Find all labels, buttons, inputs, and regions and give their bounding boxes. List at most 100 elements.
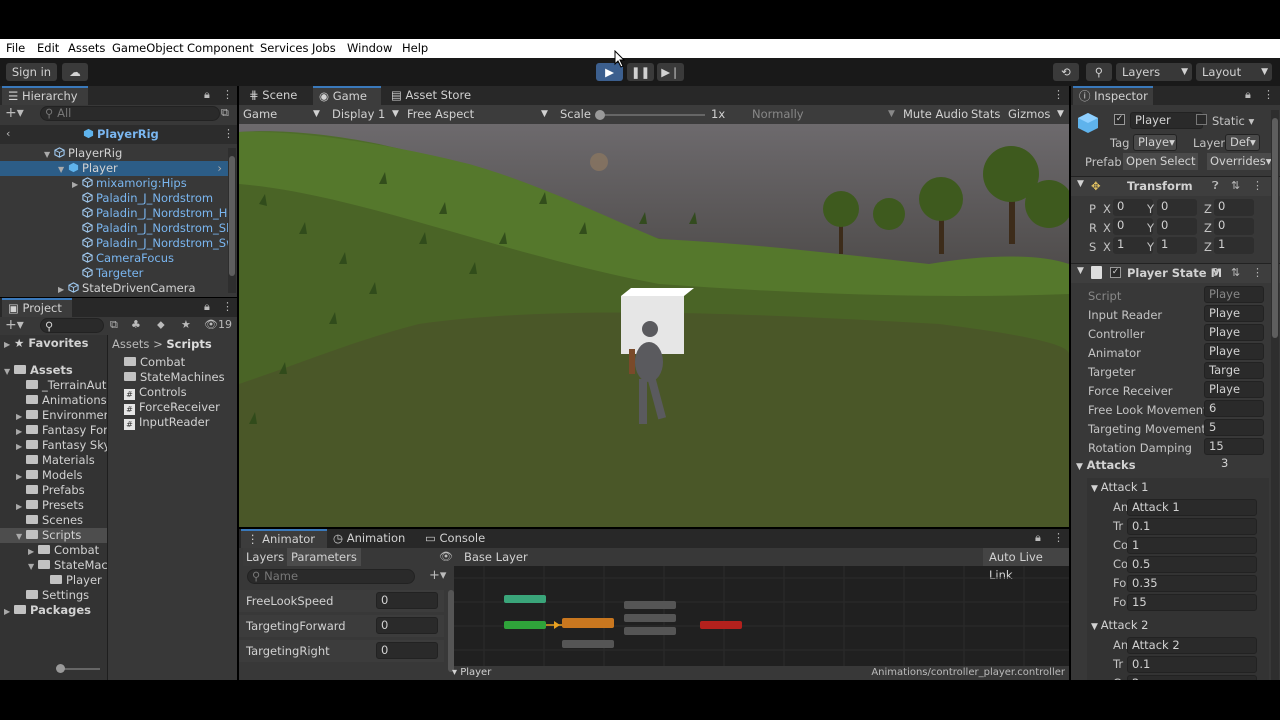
transform-value-input[interactable]: 0 bbox=[1214, 199, 1254, 216]
breadcrumb-assets[interactable]: Assets bbox=[112, 337, 149, 351]
transform-header[interactable]: ▼ ✥ Transform ❓︎ ⇅ ⋮ bbox=[1071, 176, 1280, 196]
attacks-size-field[interactable]: 3 bbox=[1217, 456, 1267, 473]
project-tree-item[interactable]: ▶ Models bbox=[0, 468, 107, 483]
tab-project[interactable]: ▣ Project bbox=[2, 298, 72, 317]
project-file-item[interactable]: StateMachines bbox=[124, 370, 225, 385]
component-field-value[interactable]: Playe bbox=[1204, 381, 1264, 398]
stats-button[interactable]: Stats bbox=[971, 107, 1000, 122]
entry-node[interactable] bbox=[504, 621, 546, 629]
favorites-item[interactable]: ▶ ★ Favorites bbox=[4, 336, 88, 351]
component-menu-icon[interactable]: ⋮ bbox=[1252, 266, 1263, 279]
inspector-more-icon[interactable]: ⋮ bbox=[1263, 88, 1274, 101]
expand-arrow-icon[interactable]: ▼ bbox=[28, 559, 38, 574]
attack-field-value[interactable]: 15 bbox=[1127, 594, 1257, 611]
project-tree-item[interactable]: ▼ Scripts bbox=[0, 528, 107, 543]
project-lock-icon[interactable]: 🔒︎ bbox=[204, 300, 210, 314]
hierarchy-scrollbar[interactable] bbox=[228, 148, 236, 293]
project-file-item[interactable]: # Controls bbox=[124, 385, 187, 400]
expand-arrow-icon[interactable]: ▶ bbox=[16, 409, 26, 424]
animator-more-icon[interactable]: ⋮ bbox=[1053, 531, 1064, 544]
menu-help[interactable]: Help bbox=[402, 41, 428, 55]
layer-dropdown[interactable]: Def▾ bbox=[1225, 134, 1260, 151]
project-tree-item[interactable]: ▼ Assets bbox=[0, 363, 107, 378]
tab-hierarchy[interactable]: ☰ Hierarchy bbox=[2, 86, 88, 105]
display-mode-dropdown[interactable]: Game ▼ bbox=[243, 107, 321, 122]
breadcrumb-scripts[interactable]: Scripts bbox=[166, 337, 211, 351]
expand-arrow-icon[interactable]: ▶ bbox=[58, 282, 68, 297]
tab-animation[interactable]: ◷ Animation bbox=[327, 529, 417, 548]
active-checkbox[interactable]: ✓ bbox=[1114, 114, 1125, 125]
hierarchy-item[interactable]: Targeter bbox=[0, 266, 228, 281]
hierarchy-item[interactable]: ▼ PlayerRig bbox=[0, 146, 228, 161]
component-field-value[interactable]: 6 bbox=[1204, 400, 1264, 417]
menu-jobs[interactable]: Jobs bbox=[312, 41, 336, 55]
add-icon[interactable]: +▾ bbox=[5, 105, 24, 121]
history-icon[interactable]: ⟲ bbox=[1053, 63, 1079, 81]
project-tree-item[interactable]: ▼ StateMac bbox=[0, 558, 108, 574]
add-parameter-icon[interactable]: +▾ bbox=[429, 568, 446, 583]
display-target-dropdown[interactable]: Display 1 ▼ bbox=[332, 107, 399, 122]
player-state-machine-header[interactable]: ▼ ✓ Player State M ❓︎ ⇅ ⋮ bbox=[1071, 263, 1280, 283]
project-more-icon[interactable]: ⋮ bbox=[222, 300, 233, 313]
static-checkbox[interactable] bbox=[1196, 114, 1207, 125]
help-icon[interactable]: ❓︎ bbox=[1212, 179, 1219, 193]
expand-arrow-icon[interactable]: ▶ bbox=[72, 177, 82, 192]
menu-component[interactable]: Component bbox=[187, 41, 254, 55]
tab-console[interactable]: ▭ Console bbox=[419, 529, 499, 548]
auto-live-link-button[interactable]: Auto Live Link bbox=[983, 548, 1069, 582]
default-state-node[interactable] bbox=[562, 618, 614, 628]
project-tree-item[interactable]: Settings bbox=[0, 588, 107, 603]
attack-field-value[interactable]: 0.1 bbox=[1127, 518, 1257, 535]
attack1-node[interactable] bbox=[624, 601, 676, 609]
prefab-overrides-dropdown[interactable]: Overrides▾ bbox=[1207, 153, 1275, 170]
prefab-select-button[interactable]: Select bbox=[1157, 153, 1199, 170]
attack-field-value[interactable]: 2 bbox=[1127, 675, 1257, 680]
tag-dropdown[interactable]: Playe▾ bbox=[1133, 134, 1177, 151]
expand-arrow-icon[interactable]: ▼ bbox=[58, 162, 68, 177]
project-file-item[interactable]: # ForceReceiver bbox=[124, 400, 220, 415]
project-tree-item[interactable]: Animations bbox=[0, 393, 107, 408]
attacks-foldout[interactable]: ▼ Attacks bbox=[1076, 458, 1136, 472]
component-field-value[interactable]: Playe bbox=[1204, 305, 1264, 322]
animator-lock-icon[interactable]: 🔒︎ bbox=[1035, 531, 1041, 545]
pause-button[interactable]: ❚❚ bbox=[627, 63, 654, 81]
expand-arrow-icon[interactable]: ▶ bbox=[16, 469, 26, 484]
tag-icon[interactable]: ⬥ bbox=[157, 318, 165, 332]
hierarchy-item[interactable]: Paladin_J_Nordstrom_Sw bbox=[0, 236, 236, 251]
project-tree-item[interactable]: Materials bbox=[0, 453, 107, 468]
project-tree-item[interactable]: ▶ Fantasy For bbox=[0, 423, 108, 438]
project-file-item[interactable]: Combat bbox=[124, 355, 185, 370]
expand-arrow-icon[interactable]: ▶ bbox=[16, 439, 26, 454]
expand-arrow-icon[interactable]: ▶ bbox=[4, 604, 14, 619]
parameter-row[interactable]: TargetingRight 0 bbox=[239, 640, 444, 662]
hierarchy-search-input[interactable]: ⚲ All bbox=[40, 106, 220, 121]
normally-dropdown[interactable]: Normally ▼ bbox=[752, 107, 897, 122]
project-search-input[interactable]: ⚲ bbox=[40, 318, 104, 333]
hierarchy-item[interactable]: Paladin_J_Nordstrom bbox=[0, 191, 228, 206]
transform-value-input[interactable]: 0 bbox=[1157, 218, 1197, 235]
hierarchy-item[interactable]: ▶ StateDrivenCamera bbox=[0, 281, 228, 296]
tab-inspector[interactable]: ⓘ Inspector bbox=[1073, 86, 1153, 105]
object-name-input[interactable]: Player bbox=[1130, 112, 1203, 129]
game-more-icon[interactable]: ⋮ bbox=[1053, 88, 1064, 101]
hierarchy-item[interactable]: CameraFocus bbox=[0, 251, 228, 266]
filter-type-icon[interactable]: ⧉ bbox=[110, 318, 118, 332]
layers-tab[interactable]: Layers bbox=[243, 548, 288, 566]
attack-field-value[interactable]: 0.35 bbox=[1127, 575, 1257, 592]
component-field-value[interactable]: Playe bbox=[1204, 324, 1264, 341]
sign-in-button[interactable]: Sign in bbox=[6, 63, 57, 81]
parameter-row[interactable]: TargetingForward 0 bbox=[239, 615, 444, 637]
transform-value-input[interactable]: 1 bbox=[1214, 237, 1254, 254]
step-button[interactable]: ▶❘ bbox=[657, 63, 684, 81]
parameter-value-input[interactable]: 0 bbox=[376, 592, 438, 609]
expand-arrow-icon[interactable]: ▼ bbox=[4, 364, 14, 379]
any-state-node[interactable] bbox=[504, 595, 546, 603]
back-arrow-icon[interactable]: ‹ bbox=[6, 127, 10, 140]
project-file-item[interactable]: # InputReader bbox=[124, 415, 209, 430]
component-field-value[interactable]: Targe bbox=[1204, 362, 1264, 379]
parameters-tab[interactable]: Parameters bbox=[287, 548, 361, 566]
attack-foldout[interactable]: ▼ Attack 1 bbox=[1091, 480, 1148, 495]
transform-value-input[interactable]: 0 bbox=[1214, 218, 1254, 235]
component-field-value[interactable]: Playe bbox=[1204, 343, 1264, 360]
transform-value-input[interactable]: 0 bbox=[1157, 199, 1197, 216]
